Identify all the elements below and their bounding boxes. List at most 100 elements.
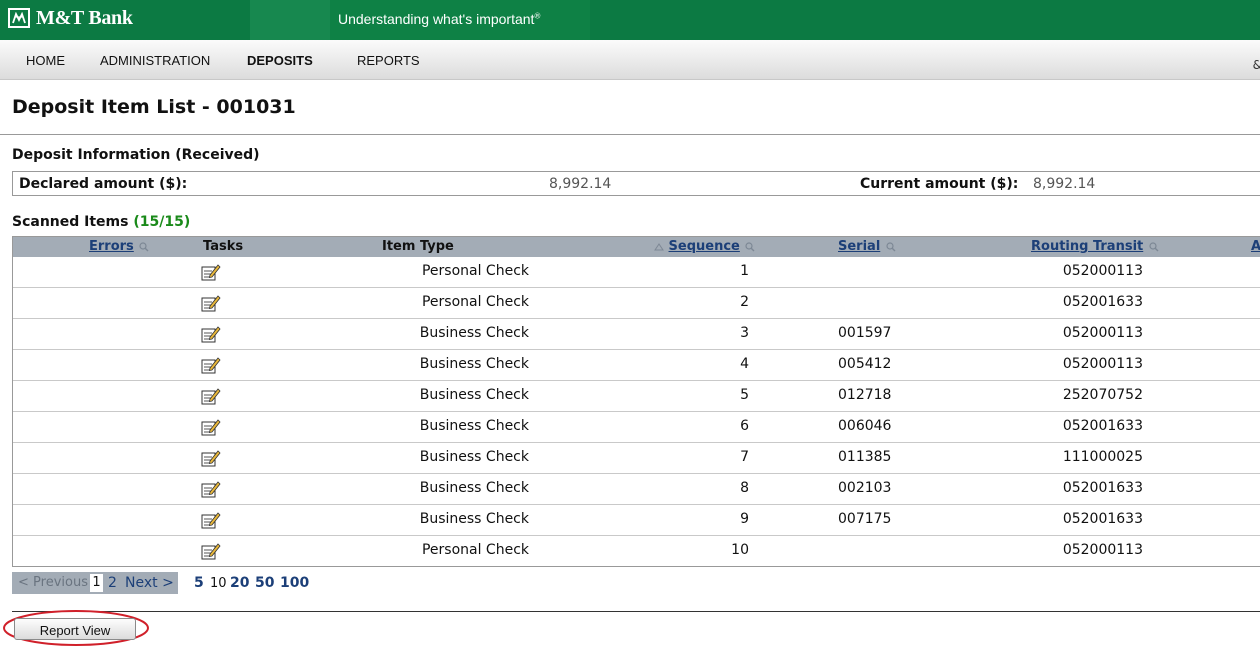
col-errors[interactable]: Errors bbox=[89, 239, 149, 254]
current-page: 1 bbox=[90, 574, 103, 592]
brand-header: M&T Bank Understanding what's important® bbox=[0, 0, 1260, 40]
header-decoration bbox=[250, 0, 330, 40]
search-icon[interactable] bbox=[139, 241, 149, 252]
sequence-cell: 4 bbox=[740, 356, 749, 372]
serial-cell: 001597 bbox=[838, 325, 892, 341]
serial-cell: 006046 bbox=[838, 418, 892, 434]
logo-mark-icon bbox=[8, 8, 30, 28]
nav-overflow-text[interactable]: & bbox=[1253, 58, 1260, 72]
serial-cell: 005412 bbox=[838, 356, 892, 372]
pagination: < Previous 1 2 Next > 5 10 20 50 100 bbox=[12, 572, 310, 594]
scanned-items-count: (15/15) bbox=[133, 214, 191, 230]
serial-cell: 007175 bbox=[838, 511, 892, 527]
table-row: Personal Check 2 052001633 bbox=[13, 288, 1260, 319]
serial-cell: 002103 bbox=[838, 480, 892, 496]
bottom-divider bbox=[12, 611, 1260, 612]
col-serial[interactable]: Serial bbox=[838, 239, 896, 254]
scanned-items-heading: Scanned Items (15/15) bbox=[12, 214, 190, 230]
routing-transit-cell: 052001633 bbox=[1062, 418, 1143, 434]
edit-icon[interactable] bbox=[201, 387, 221, 405]
sort-next-col-link[interactable]: A bbox=[1251, 239, 1260, 254]
search-icon[interactable] bbox=[886, 241, 896, 252]
sequence-cell: 1 bbox=[740, 263, 749, 279]
edit-icon[interactable] bbox=[201, 418, 221, 436]
scanned-items-label: Scanned Items bbox=[12, 214, 129, 230]
edit-icon[interactable] bbox=[201, 480, 221, 498]
declared-amount-label: Declared amount ($): bbox=[19, 176, 188, 192]
nav-reports[interactable]: REPORTS bbox=[357, 53, 420, 68]
col-next[interactable]: A bbox=[1251, 239, 1260, 254]
table-body: Personal Check 1 052000113 Personal Check 2 0… bbox=[13, 257, 1260, 566]
current-amount-value: 8,992.14 bbox=[1033, 176, 1096, 192]
page-size-5[interactable]: 5 bbox=[194, 575, 204, 591]
sequence-cell: 9 bbox=[740, 511, 749, 527]
table-row: Personal Check 10 052000113 bbox=[13, 536, 1260, 566]
page-2-link[interactable]: 2 bbox=[108, 575, 117, 591]
item-type-cell: Business Check bbox=[419, 511, 529, 527]
item-type-cell: Personal Check bbox=[421, 294, 529, 310]
table-row: Business Check 5 012718 252070752 bbox=[13, 381, 1260, 412]
sequence-cell: 10 bbox=[731, 542, 749, 558]
current-amount-label: Current amount ($): bbox=[860, 176, 1019, 192]
sequence-cell: 3 bbox=[740, 325, 749, 341]
sequence-cell: 8 bbox=[740, 480, 749, 496]
edit-icon[interactable] bbox=[201, 263, 221, 281]
nav-deposits[interactable]: DEPOSITS bbox=[247, 53, 313, 68]
item-type-cell: Business Check bbox=[419, 418, 529, 434]
scanned-items-table: Errors Tasks Item Type Sequence Serial R… bbox=[12, 236, 1260, 567]
sort-ascending-icon[interactable] bbox=[654, 242, 664, 252]
nav-home[interactable]: HOME bbox=[26, 53, 65, 68]
edit-icon[interactable] bbox=[201, 449, 221, 467]
sequence-cell: 5 bbox=[740, 387, 749, 403]
nav-administration[interactable]: ADMINISTRATION bbox=[100, 53, 210, 68]
sort-routing-link[interactable]: Routing Transit bbox=[1031, 239, 1143, 254]
tagline-text: Understanding what's important bbox=[338, 11, 535, 27]
declared-amount-value: 8,992.14 bbox=[549, 176, 612, 192]
item-type-cell: Personal Check bbox=[421, 263, 529, 279]
page-size-50[interactable]: 50 bbox=[255, 575, 274, 591]
edit-icon[interactable] bbox=[201, 294, 221, 312]
edit-icon[interactable] bbox=[201, 325, 221, 343]
col-sequence[interactable]: Sequence bbox=[653, 239, 755, 254]
routing-transit-cell: 252070752 bbox=[1062, 387, 1143, 403]
edit-icon[interactable] bbox=[201, 511, 221, 529]
bank-logo[interactable]: M&T Bank bbox=[8, 6, 133, 30]
edit-icon[interactable] bbox=[201, 356, 221, 374]
item-type-cell: Business Check bbox=[419, 325, 529, 341]
sort-sequence-link[interactable]: Sequence bbox=[669, 239, 740, 254]
table-row: Business Check 7 011385 111000025 bbox=[13, 443, 1260, 474]
edit-icon[interactable] bbox=[201, 542, 221, 560]
sequence-cell: 7 bbox=[740, 449, 749, 465]
col-item-type: Item Type bbox=[382, 239, 454, 254]
table-row: Business Check 8 002103 052001633 bbox=[13, 474, 1260, 505]
routing-transit-cell: 052001633 bbox=[1062, 511, 1143, 527]
deposit-info-box: Declared amount ($): 8,992.14 Current am… bbox=[12, 171, 1260, 196]
item-type-cell: Business Check bbox=[419, 356, 529, 372]
table-row: Business Check 9 007175 052001633 bbox=[13, 505, 1260, 536]
report-view-button[interactable]: Report View bbox=[14, 618, 136, 640]
page-size-20[interactable]: 20 bbox=[230, 575, 249, 591]
table-row: Business Check 6 006046 052001633 bbox=[13, 412, 1260, 443]
item-type-cell: Business Check bbox=[419, 449, 529, 465]
sort-errors-link[interactable]: Errors bbox=[89, 239, 134, 254]
sort-serial-link[interactable]: Serial bbox=[838, 239, 880, 254]
trademark-mark: ® bbox=[534, 11, 541, 21]
previous-page-link[interactable]: < Previous bbox=[18, 575, 88, 590]
sequence-cell: 2 bbox=[740, 294, 749, 310]
search-icon[interactable] bbox=[745, 241, 755, 252]
routing-transit-cell: 052000113 bbox=[1062, 325, 1143, 341]
page-size-100[interactable]: 100 bbox=[280, 575, 309, 591]
search-icon[interactable] bbox=[1149, 241, 1159, 252]
routing-transit-cell: 111000025 bbox=[1062, 449, 1143, 465]
serial-cell: 011385 bbox=[838, 449, 892, 465]
col-routing-transit[interactable]: Routing Transit bbox=[1031, 239, 1159, 254]
page-size-10: 10 bbox=[210, 576, 227, 591]
main-nav: HOME ADMINISTRATION DEPOSITS REPORTS & bbox=[0, 40, 1260, 80]
item-type-cell: Personal Check bbox=[421, 542, 529, 558]
logo-text: M&T Bank bbox=[36, 6, 133, 29]
table-row: Business Check 4 005412 052000113 bbox=[13, 350, 1260, 381]
table-row: Business Check 3 001597 052000113 bbox=[13, 319, 1260, 350]
next-page-link[interactable]: Next > bbox=[125, 575, 174, 591]
routing-transit-cell: 052001633 bbox=[1062, 480, 1143, 496]
table-header-row: Errors Tasks Item Type Sequence Serial R… bbox=[13, 237, 1260, 257]
